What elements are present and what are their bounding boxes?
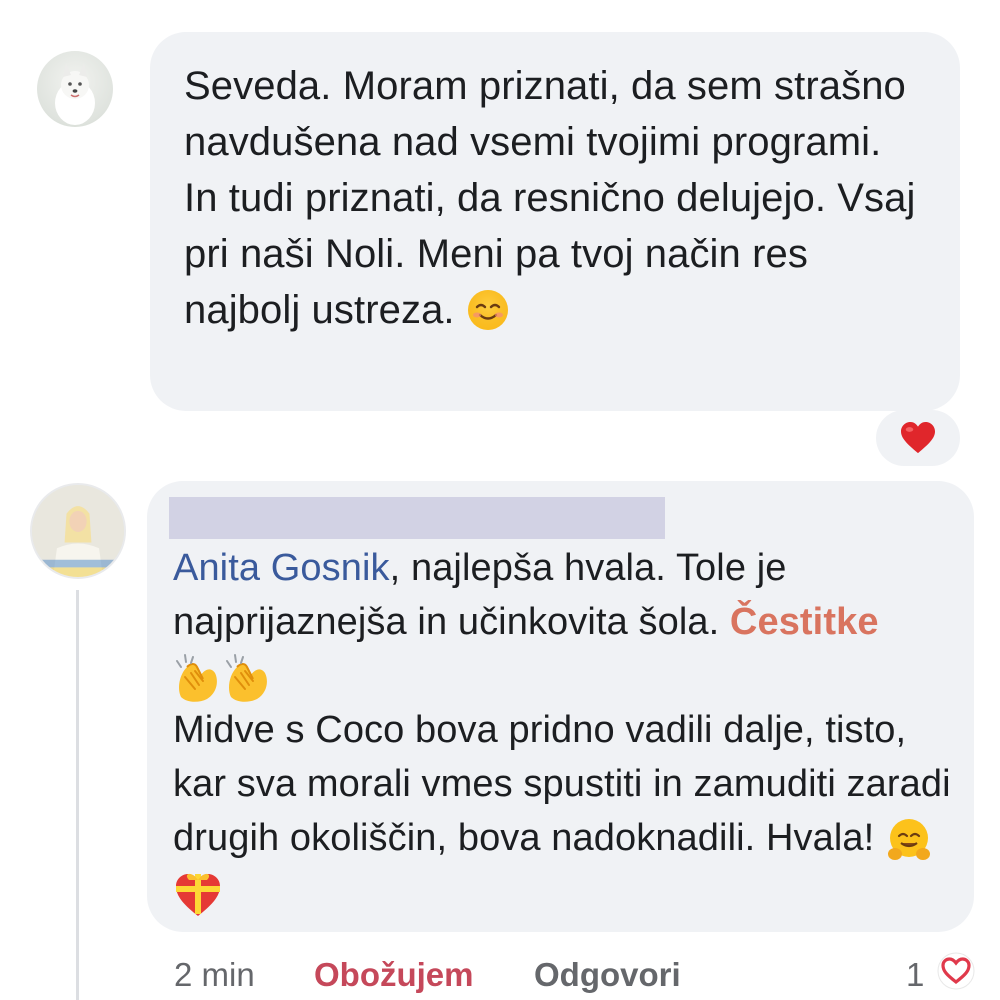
heart-icon: [901, 421, 935, 454]
reply-bubble: Anita Gosnik, najlepša hvala. Tole je na…: [147, 481, 974, 932]
clapping-hands-emoji: [173, 653, 223, 703]
reaction-badge[interactable]: [876, 410, 960, 466]
smiling-face-emoji: [466, 288, 510, 332]
reply-link[interactable]: Odgovori: [534, 950, 681, 1000]
woman-avatar-icon: [32, 485, 124, 577]
author-name-redacted[interactable]: [169, 497, 665, 539]
heart-with-ribbon-emoji: [173, 870, 223, 918]
reply-text-part2: Midve s Coco bova pridno vadili dalje, t…: [173, 709, 951, 859]
comment-timestamp: 2 min: [174, 956, 255, 993]
highlight-text: Čestitke: [729, 601, 879, 643]
mention-link[interactable]: Anita Gosnik: [173, 547, 390, 589]
avatar[interactable]: [37, 51, 113, 127]
comment-text: Seveda. Moram priznati, da sem strašno n…: [184, 58, 926, 338]
comment-bubble: Seveda. Moram priznati, da sem strašno n…: [150, 32, 960, 411]
reply-text: Anita Gosnik, najlepša hvala. Tole je na…: [173, 541, 963, 919]
dog-avatar-icon: [55, 63, 95, 125]
hugging-face-emoji: [885, 816, 933, 864]
reply-body: Anita Gosnik, najlepša hvala. Tole je na…: [173, 541, 963, 919]
avatar[interactable]: [30, 483, 126, 579]
clapping-hands-emoji: [223, 653, 273, 703]
love-reaction-link[interactable]: Obožujem: [314, 950, 474, 1000]
comment-body: Seveda. Moram priznati, da sem strašno n…: [184, 64, 916, 332]
thread-line: [76, 590, 79, 1000]
comment-thread: Seveda. Moram priznati, da sem strašno n…: [0, 0, 1000, 1000]
reaction-count[interactable]: 1: [906, 950, 924, 1000]
heart-outline-icon[interactable]: [936, 951, 976, 991]
